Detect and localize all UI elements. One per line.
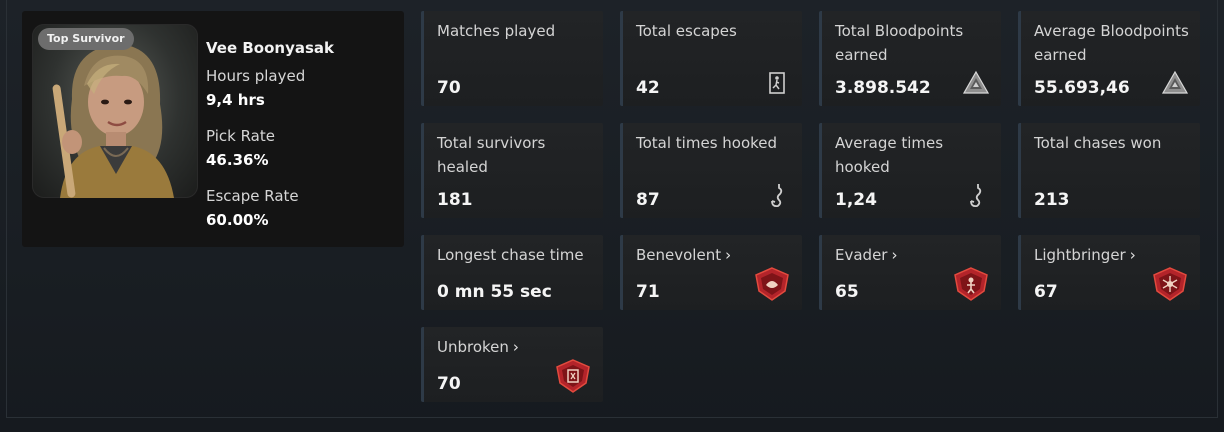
stat-label: Matches played — [437, 22, 556, 40]
benevolent-link[interactable]: Benevolent › — [636, 243, 796, 267]
hours-played-value: 9,4 hrs — [206, 91, 265, 109]
stat-label: Total chases won — [1034, 134, 1162, 152]
stat-card-matches-played: Matches played 70 — [421, 11, 603, 106]
stat-value: 70 — [437, 78, 461, 98]
stat-value: 181 — [437, 190, 473, 210]
evader-link[interactable]: Evader › — [835, 243, 995, 267]
bloodpoints-icon — [963, 70, 989, 94]
stat-label: Total escapes — [636, 22, 737, 40]
survivor-name: Vee Boonyasak — [206, 39, 335, 57]
chevron-right-icon: › — [891, 246, 898, 264]
pick-rate-value: 46.36% — [206, 151, 269, 169]
top-survivor-badge: Top Survivor — [38, 28, 134, 50]
stat-value: 3.898.542 — [835, 78, 931, 98]
survivor-profile-card: Top Survivor Vee Boonyasak Hours played … — [22, 11, 404, 247]
stat-label: Unbroken — [437, 338, 509, 356]
stat-card-benevolent[interactable]: Benevolent › 71 — [620, 235, 802, 310]
stat-value: 71 — [636, 282, 660, 302]
lightbringer-link[interactable]: Lightbringer › — [1034, 243, 1194, 267]
lightbringer-emblem-icon — [1153, 267, 1187, 301]
chevron-right-icon: › — [512, 338, 519, 356]
hours-played-label: Hours played — [206, 67, 306, 85]
stat-card-times-hooked: Total times hooked 87 — [620, 123, 802, 218]
stat-value: 65 — [835, 282, 859, 302]
stat-label: Average times hooked — [835, 134, 944, 176]
exit-door-icon — [769, 72, 785, 94]
stat-label: Total times hooked — [636, 134, 778, 152]
stat-value: 1,24 — [835, 190, 877, 210]
chevron-right-icon: › — [725, 246, 732, 264]
stat-card-average-times-hooked: Average times hooked 1,24 — [819, 123, 1001, 218]
stat-label: Total survivors healed — [437, 134, 546, 176]
escape-rate-value: 60.00% — [206, 211, 269, 229]
hook-icon — [771, 184, 783, 208]
stat-card-unbroken[interactable]: Unbroken › 70 — [421, 327, 603, 402]
pick-rate-label: Pick Rate — [206, 127, 275, 145]
survivor-portrait-image — [52, 44, 174, 198]
stat-value: 0 mn 55 sec — [437, 282, 552, 302]
escape-rate-label: Escape Rate — [206, 187, 299, 205]
stat-card-chases-won: Total chases won 213 — [1018, 123, 1200, 218]
stat-label: Average Bloodpoints earned — [1034, 22, 1189, 64]
benevolent-emblem-icon — [755, 267, 789, 301]
stat-card-lightbringer[interactable]: Lightbringer › 67 — [1018, 235, 1200, 310]
stat-card-total-escapes: Total escapes 42 — [620, 11, 802, 106]
stat-label: Lightbringer — [1034, 246, 1126, 264]
hook-icon — [970, 184, 982, 208]
stat-card-longest-chase: Longest chase time 0 mn 55 sec — [421, 235, 603, 310]
stat-label: Total Bloodpoints earned — [835, 22, 964, 64]
stat-value: 213 — [1034, 190, 1070, 210]
unbroken-emblem-icon — [556, 359, 590, 393]
stat-value: 87 — [636, 190, 660, 210]
stat-card-survivors-healed: Total survivors healed 181 — [421, 123, 603, 218]
stat-value: 42 — [636, 78, 660, 98]
bloodpoints-icon — [1162, 70, 1188, 94]
stat-label: Longest chase time — [437, 246, 584, 264]
unbroken-link[interactable]: Unbroken › — [437, 335, 597, 359]
survivor-portrait — [32, 24, 198, 198]
stat-value: 70 — [437, 374, 461, 394]
stat-card-evader[interactable]: Evader › 65 — [819, 235, 1001, 310]
stat-card-average-bloodpoints: Average Bloodpoints earned 55.693,46 — [1018, 11, 1200, 106]
evader-emblem-icon — [954, 267, 988, 301]
stat-label: Benevolent — [636, 246, 722, 264]
chevron-right-icon: › — [1129, 246, 1136, 264]
stat-value: 55.693,46 — [1034, 78, 1130, 98]
stat-label: Evader — [835, 246, 888, 264]
stat-value: 67 — [1034, 282, 1058, 302]
stat-card-total-bloodpoints: Total Bloodpoints earned 3.898.542 — [819, 11, 1001, 106]
